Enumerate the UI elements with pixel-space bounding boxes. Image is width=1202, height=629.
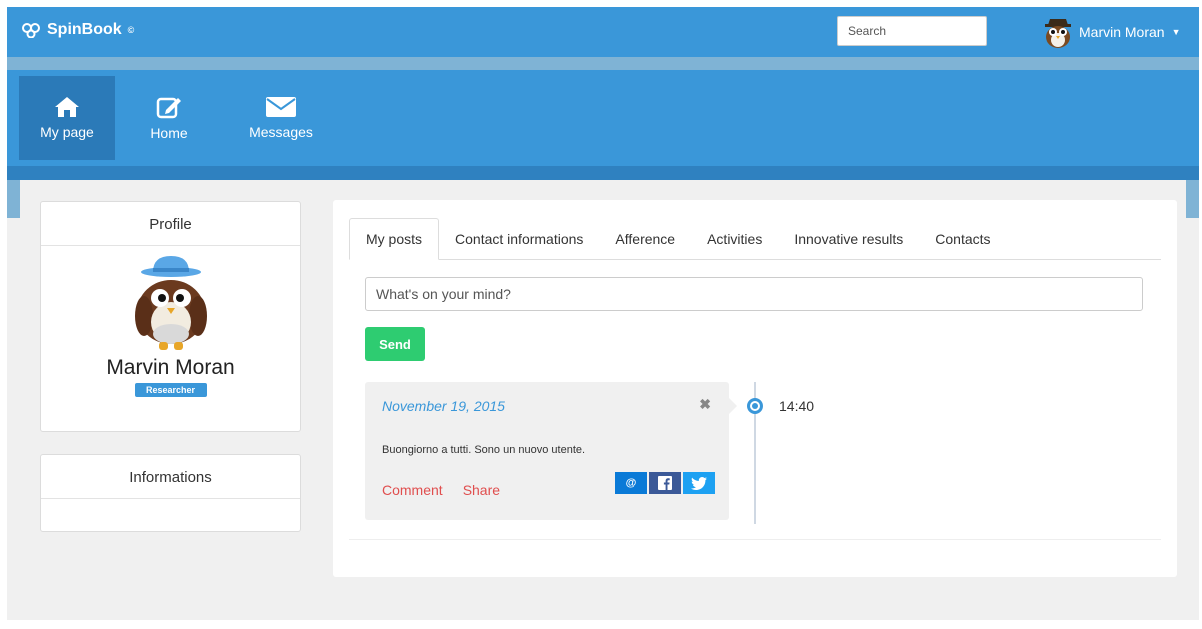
nav-item-label: My page (40, 124, 94, 140)
envelope-icon (266, 97, 296, 117)
profile-name: Marvin Moran (106, 356, 235, 379)
email-share-icon[interactable]: @ (615, 472, 647, 494)
main-panel: My posts Contact informations Afference … (333, 200, 1177, 577)
tab-afference[interactable]: Afference (599, 218, 691, 260)
brand-name: SpinBook (47, 21, 122, 38)
profile-title: Profile (41, 202, 300, 246)
avatar (1045, 19, 1071, 48)
post-text: Buongiorno a tutti. Sono un nuovo utente… (382, 444, 586, 456)
nav-item-label: Messages (249, 124, 313, 140)
share-link[interactable]: Share (463, 482, 500, 498)
brand-icon (22, 23, 40, 38)
edit-icon (156, 97, 181, 119)
user-menu[interactable]: Marvin Moran ▼ (1041, 15, 1181, 49)
informations-title: Informations (41, 455, 300, 499)
send-button[interactable]: Send (365, 327, 425, 361)
tab-contacts[interactable]: Contacts (919, 218, 1006, 260)
home-icon (55, 97, 79, 117)
informations-panel: Informations (40, 454, 301, 532)
brand-logo[interactable]: SpinBook © (21, 21, 134, 39)
nav-item-messages[interactable]: Messages (230, 76, 332, 160)
chevron-down-icon: ▼ (1171, 27, 1181, 37)
search-input[interactable] (837, 16, 987, 46)
main-nav: My page Home Messages (7, 70, 1199, 166)
post-actions: Comment Share (382, 482, 500, 498)
decor-stripe-right (1186, 180, 1199, 218)
close-icon[interactable]: ✖ (699, 396, 711, 413)
decor-stripe-left (7, 180, 20, 218)
share-icons: @ (615, 472, 715, 494)
post-time: 14:40 (779, 398, 815, 414)
post-date: November 19, 2015 (382, 398, 505, 414)
role-badge: Researcher (134, 383, 207, 397)
nav-item-my-page[interactable]: My page (19, 76, 115, 160)
post-input[interactable] (365, 277, 1143, 311)
tab-contact-informations[interactable]: Contact informations (439, 218, 599, 260)
tab-my-posts[interactable]: My posts (349, 218, 440, 260)
profile-panel: Profile Marvin Moran Researcher (40, 201, 301, 432)
post-card: November 19, 2015 ✖ Buongiorno a tutti. … (365, 382, 737, 520)
brand-mark: © (127, 25, 135, 35)
twitter-icon (691, 476, 707, 490)
timeline-dot-icon (747, 398, 763, 414)
profile-avatar (134, 256, 207, 350)
nav-item-label: Home (150, 125, 188, 141)
facebook-share-icon[interactable] (649, 472, 681, 494)
top-navbar: SpinBook © Marvin Moran ▼ (7, 7, 1199, 57)
nav-item-home[interactable]: Home (129, 76, 209, 160)
tab-innovative-results[interactable]: Innovative results (778, 218, 919, 260)
tab-bar: My posts Contact informations Afference … (349, 218, 1161, 260)
comment-link[interactable]: Comment (382, 482, 443, 498)
facebook-icon (658, 476, 672, 490)
navbar-divider (7, 57, 1199, 70)
feed-divider (349, 539, 1161, 540)
tab-activities[interactable]: Activities (691, 218, 778, 260)
twitter-share-icon[interactable] (683, 472, 715, 494)
user-name: Marvin Moran (1079, 24, 1165, 40)
